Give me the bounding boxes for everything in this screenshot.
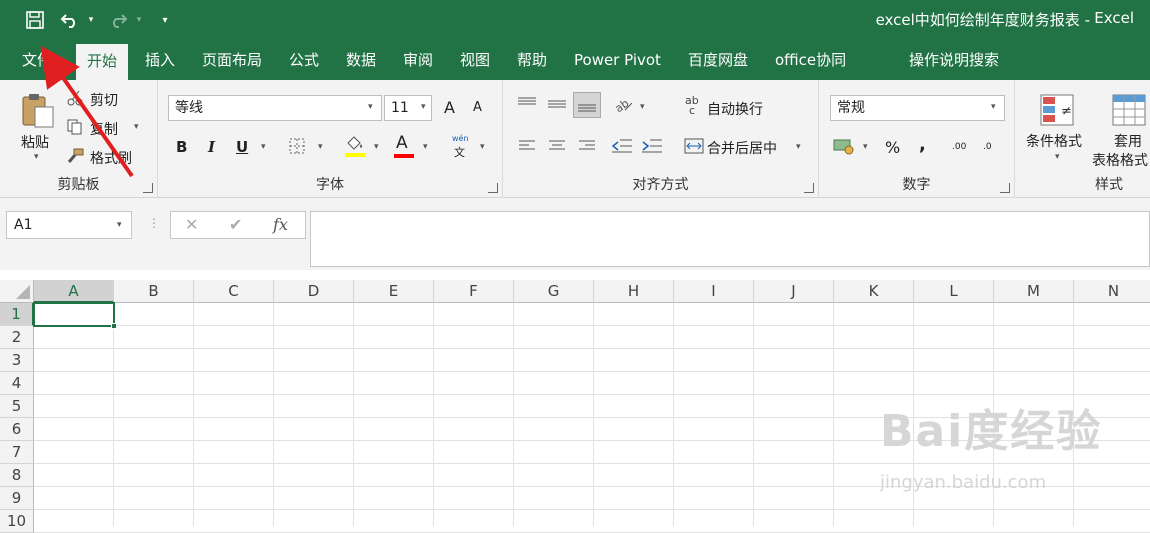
red-arrow-annotation <box>40 45 134 178</box>
